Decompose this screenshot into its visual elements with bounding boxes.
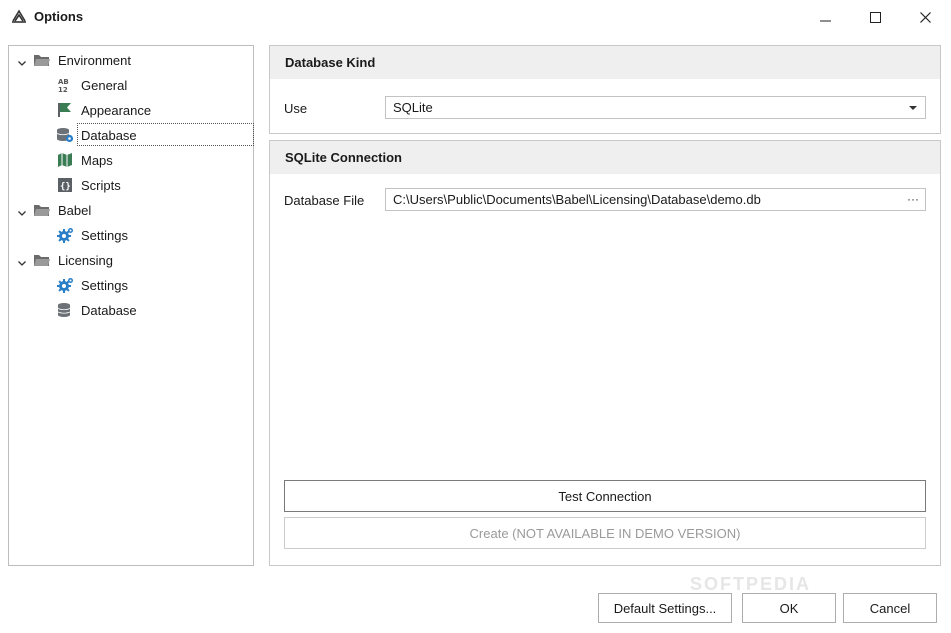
close-button[interactable] [900,0,950,34]
dropdown-arrow-icon[interactable] [909,106,917,110]
tree-item-babel[interactable]: Babel [33,199,91,221]
test-connection-button[interactable]: Test Connection [284,480,926,512]
database-file-label: Database File [284,193,365,208]
chevron-down-icon[interactable] [17,56,27,66]
maximize-button[interactable] [850,0,900,34]
sqlite-connection-header: SQLite Connection [270,141,940,174]
tree-item-environment[interactable]: Environment [33,49,131,71]
svg-text:12: 12 [58,86,68,93]
tree-item-label: Licensing [58,252,113,268]
tree-item-licensing-database[interactable]: Database [56,299,137,321]
tree-item-label: Maps [81,152,113,168]
database-kind-header: Database Kind [270,46,940,79]
chevron-down-icon[interactable] [17,256,27,266]
options-tree[interactable]: Environment AB 12 General Appearance Dat… [8,45,254,566]
create-button[interactable]: Create (NOT AVAILABLE IN DEMO VERSION) [284,517,926,549]
folder-icon [33,202,51,218]
tree-item-label: Database [81,302,137,318]
browse-ellipsis-button[interactable]: ··· [907,189,919,210]
database-icon [56,302,74,318]
database-kind-panel: Database Kind Use SQLite [269,45,941,134]
tree-item-label: Database [81,127,137,143]
tree-item-label: Scripts [81,177,121,193]
flag-icon [56,102,74,118]
folder-icon [33,52,51,68]
minimize-button[interactable] [800,0,850,34]
tree-item-label: Settings [81,277,128,293]
folder-icon [33,252,51,268]
database-file-input[interactable]: C:\Users\Public\Documents\Babel\Licensin… [385,188,926,211]
tree-item-appearance[interactable]: Appearance [56,99,151,121]
svg-text:{}: {} [60,182,71,192]
title-bar: Options [0,0,951,34]
gear-icon [56,227,74,243]
use-label: Use [284,101,308,116]
softpedia-watermark: SOFTPEDIA [690,574,812,594]
minimize-icon [819,12,831,23]
default-settings-button[interactable]: Default Settings... [598,593,732,623]
tree-item-label: General [81,77,128,93]
tree-item-maps[interactable]: Maps [56,149,113,171]
window-title: Options [34,9,84,24]
tree-item-babel-settings[interactable]: Settings [56,224,128,246]
close-icon [919,11,931,23]
ok-button[interactable]: OK [742,593,836,623]
svg-text:AB: AB [58,78,69,86]
script-icon: {} [56,177,74,193]
tree-item-label: Babel [58,202,92,218]
use-combobox-value: SQLite [393,100,433,115]
tree-item-database-environment[interactable]: Database [56,124,137,146]
maximize-icon [869,11,881,23]
gear-icon [56,277,74,293]
use-combobox[interactable]: SQLite [385,96,926,119]
tree-item-general[interactable]: AB 12 General [56,74,127,96]
tree-item-licensing-settings[interactable]: Settings [56,274,128,296]
ab12-icon: AB 12 [56,77,74,93]
tree-item-label: Environment [58,52,131,68]
tree-item-licensing[interactable]: Licensing [33,249,113,271]
database-gear-icon [56,127,74,143]
tree-item-scripts[interactable]: {} Scripts [56,174,121,196]
cancel-button[interactable]: Cancel [843,593,937,623]
map-icon [56,152,74,168]
tree-item-label: Appearance [81,102,152,118]
database-file-value: C:\Users\Public\Documents\Babel\Licensin… [393,192,761,207]
app-logo-icon [11,8,27,24]
sqlite-connection-panel: SQLite Connection Database File C:\Users… [269,140,941,566]
tree-item-label: Settings [81,227,128,243]
chevron-down-icon[interactable] [17,206,27,216]
